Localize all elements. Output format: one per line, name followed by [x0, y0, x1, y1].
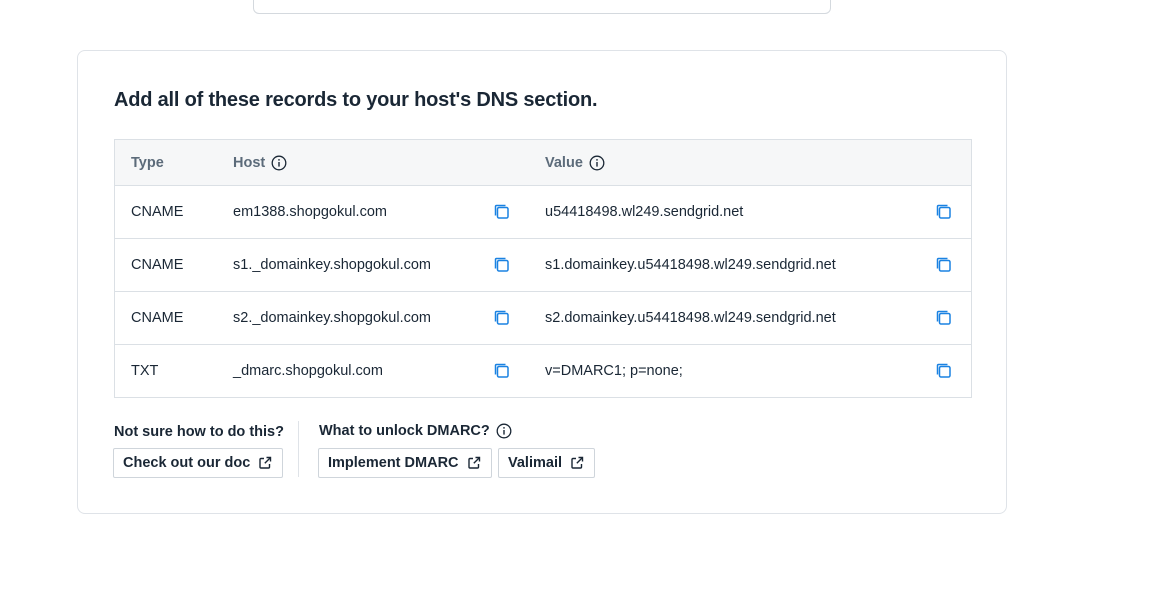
- record-value: s1.domainkey.u54418498.wl249.sendgrid.ne…: [545, 257, 836, 273]
- docs-help-label: Not sure how to do this?: [114, 424, 284, 440]
- record-type: CNAME: [131, 310, 184, 326]
- copy-host-icon[interactable]: [493, 203, 511, 221]
- copy-host-icon[interactable]: [493, 309, 511, 327]
- record-value: s2.domainkey.u54418498.wl249.sendgrid.ne…: [545, 310, 836, 326]
- copy-value-icon[interactable]: [935, 309, 953, 327]
- valimail-label: Valimail: [508, 455, 563, 471]
- table-header-row: Type Host Value: [115, 140, 971, 185]
- external-link-icon: [467, 456, 481, 470]
- table-row: CNAME s1._domainkey.shopgokul.com s1.dom…: [115, 238, 971, 291]
- table-row: CNAME em1388.shopgokul.com u54418498.wl2…: [115, 185, 971, 238]
- valimail-button[interactable]: Valimail: [498, 448, 596, 478]
- header-value: Value: [545, 155, 605, 171]
- dmarc-help-label: What to unlock DMARC?: [319, 423, 512, 439]
- copy-value-icon[interactable]: [935, 256, 953, 274]
- copy-value-icon[interactable]: [935, 362, 953, 380]
- record-host: s2._domainkey.shopgokul.com: [233, 310, 432, 326]
- record-host: _dmarc.shopgokul.com: [233, 363, 383, 379]
- external-link-icon: [258, 456, 272, 470]
- header-host: Host: [233, 155, 287, 171]
- record-type: CNAME: [131, 204, 184, 220]
- record-value: u54418498.wl249.sendgrid.net: [545, 204, 744, 220]
- copy-host-icon[interactable]: [493, 362, 511, 380]
- help-section: Not sure how to do this? Check out our d…: [113, 421, 972, 481]
- copy-value-icon[interactable]: [935, 203, 953, 221]
- record-host: s1._domainkey.shopgokul.com: [233, 257, 432, 273]
- table-row: CNAME s2._domainkey.shopgokul.com s2.dom…: [115, 291, 971, 344]
- copy-host-icon[interactable]: [493, 256, 511, 274]
- dns-records-card: Add all of these records to your host's …: [77, 50, 1007, 514]
- dns-records-heading: Add all of these records to your host's …: [114, 89, 598, 111]
- dmarc-info-icon[interactable]: [496, 423, 512, 439]
- help-divider: [298, 421, 299, 477]
- table-row: TXT _dmarc.shopgokul.com v=DMARC1; p=non…: [115, 344, 971, 397]
- previous-section-panel: [253, 0, 831, 14]
- host-info-icon[interactable]: [271, 155, 287, 171]
- record-host: em1388.shopgokul.com: [233, 204, 387, 220]
- implement-dmarc-label: Implement DMARC: [328, 455, 459, 471]
- dns-records-table: Type Host Value CNAME em1388.shopgokul.c…: [114, 139, 972, 398]
- external-link-icon: [570, 456, 584, 470]
- header-host-label: Host: [233, 154, 266, 171]
- check-out-doc-label: Check out our doc: [123, 455, 251, 471]
- check-out-doc-button[interactable]: Check out our doc: [113, 448, 284, 478]
- record-type: TXT: [131, 363, 159, 379]
- header-value-label: Value: [545, 154, 583, 171]
- value-info-icon[interactable]: [589, 155, 605, 171]
- record-type: CNAME: [131, 257, 184, 273]
- dmarc-help-text: What to unlock DMARC?: [319, 423, 490, 439]
- implement-dmarc-button[interactable]: Implement DMARC: [318, 448, 492, 478]
- header-type: Type: [131, 154, 164, 171]
- record-value: v=DMARC1; p=none;: [545, 363, 683, 379]
